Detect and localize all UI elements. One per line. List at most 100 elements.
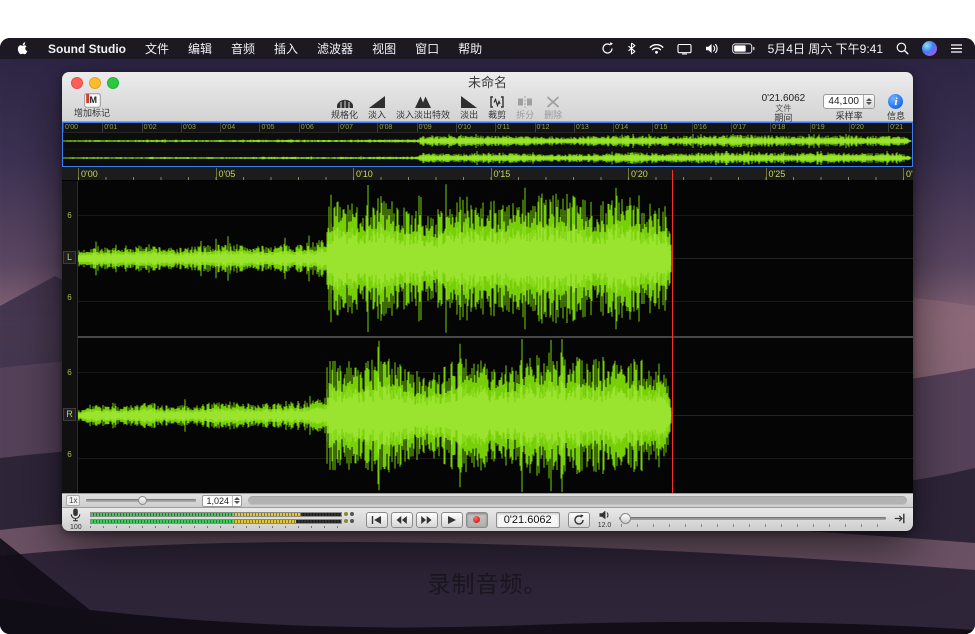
waveform-area[interactable]: 6 L 6 6 R 6: [62, 181, 913, 493]
sample-rate-select[interactable]: 44,100: [823, 94, 875, 109]
menu-datetime[interactable]: 5月4日 周六 下午9:41: [768, 40, 883, 57]
clip-led: [344, 519, 348, 523]
ruler-tick: 0'30: [903, 168, 913, 180]
menu-item-audio[interactable]: 音频: [231, 40, 255, 57]
close-button[interactable]: [71, 77, 83, 89]
tool-trim[interactable]: 裁剪: [484, 93, 510, 120]
channel-gutter: 6 L 6 6 R 6: [62, 181, 78, 493]
clip-led: [344, 512, 348, 516]
title-bar[interactable]: 未命名: [62, 72, 913, 93]
siri-icon[interactable]: [922, 41, 937, 56]
menu-item-view[interactable]: 视图: [372, 40, 396, 57]
battery-icon[interactable]: [732, 43, 755, 54]
overview-tick: 0'06: [299, 123, 314, 132]
record-icon: [473, 516, 480, 523]
zoom-button[interactable]: [107, 77, 119, 89]
right-channel-lane[interactable]: [78, 338, 913, 493]
delete-icon: [544, 93, 562, 110]
menu-app-name[interactable]: Sound Studio: [48, 42, 126, 56]
horizontal-scrollbar[interactable]: [248, 496, 907, 505]
bluetooth-icon[interactable]: [627, 42, 636, 55]
file-duration-value: 0'21.6062: [762, 94, 806, 104]
split-icon: [516, 93, 534, 110]
time-display: 0'21.6062: [496, 512, 560, 528]
info-control: i 信息: [887, 94, 905, 121]
tool-fade-in[interactable]: 淡入: [364, 93, 390, 120]
loop-button[interactable]: [568, 512, 590, 528]
menu-item-help[interactable]: 帮助: [458, 40, 482, 57]
ruler-tick: 0'00: [78, 168, 98, 180]
tool-normalize[interactable]: 规格化: [327, 93, 362, 120]
input-source: 100: [70, 508, 82, 531]
overview-waveform-left: [63, 133, 912, 149]
edit-view: 0'000'050'100'150'200'250'30 6 L 6 6 R 6: [62, 167, 913, 493]
slider-thumb[interactable]: [620, 513, 631, 524]
menu-item-insert[interactable]: 插入: [274, 40, 298, 57]
wifi-icon[interactable]: [649, 43, 664, 54]
input-level-value: 100: [70, 524, 82, 531]
zoom-slider-thumb[interactable]: [138, 496, 147, 505]
spotlight-icon[interactable]: [896, 42, 909, 55]
overview-tick: 0'17: [731, 123, 746, 132]
left-channel-waveform: [78, 181, 913, 336]
apple-menu[interactable]: [16, 41, 29, 56]
clip-led: [350, 519, 354, 523]
fade-in-out-icon: [414, 93, 432, 110]
rewind-button[interactable]: [391, 512, 413, 528]
stepper-icon[interactable]: [232, 496, 241, 506]
zoom-level-select[interactable]: 1,024: [202, 495, 242, 507]
overview-tick: 0'01: [102, 123, 117, 132]
sync-icon[interactable]: [601, 42, 614, 55]
overview-tick: 0'20: [849, 123, 864, 132]
effect-tools: 规格化 淡入 淡入淡出特效: [327, 93, 566, 120]
toolbar: M 增加标记 规格化: [62, 93, 913, 121]
transport-bar: 100: [62, 507, 913, 531]
playhead[interactable]: [672, 170, 673, 493]
record-button[interactable]: [466, 512, 488, 528]
play-button[interactable]: [441, 512, 463, 528]
ruler-tick: 0'05: [216, 168, 236, 180]
slider-track: [619, 517, 886, 520]
caption: 录制音频。: [0, 565, 975, 599]
menu-item-filter[interactable]: 滤波器: [317, 40, 353, 57]
right-channel-waveform: [78, 338, 913, 493]
scrollbar-thumb[interactable]: [249, 497, 906, 504]
overview-ruler: 0'000'010'020'030'040'050'060'070'080'09…: [63, 123, 912, 133]
overview-tick: 0'00: [63, 123, 78, 132]
volume-icon[interactable]: [705, 43, 719, 54]
db-scale-label: 6: [62, 450, 77, 459]
zoom-slider[interactable]: [86, 495, 196, 506]
menu-item-file[interactable]: 文件: [145, 40, 169, 57]
tutorial-frame: Sound Studio 文件 编辑 音频 插入 滤波器 视图 窗口 帮助: [0, 0, 975, 634]
menu-item-window[interactable]: 窗口: [415, 40, 439, 57]
go-start-button[interactable]: [366, 512, 388, 528]
overview-strip[interactable]: 0'000'010'020'030'040'050'060'070'080'09…: [62, 122, 913, 167]
display-icon[interactable]: [677, 43, 692, 55]
left-channel-lane[interactable]: [78, 181, 913, 336]
tool-fade-out[interactable]: 淡出: [456, 93, 482, 120]
skip-to-end-icon[interactable]: [894, 511, 905, 529]
marker-icon: M: [84, 93, 101, 108]
stepper-icon[interactable]: [863, 95, 874, 108]
fade-in-icon: [368, 93, 386, 110]
overview-tick: 0'11: [495, 123, 510, 132]
overview-waveform-right: [63, 150, 912, 166]
overview-tick: 0'19: [810, 123, 825, 132]
sample-rate-value: 44,100: [828, 96, 859, 107]
info-button[interactable]: i: [888, 94, 903, 109]
menu-bar: Sound Studio 文件 编辑 音频 插入 滤波器 视图 窗口 帮助: [0, 38, 975, 59]
desktop: Sound Studio 文件 编辑 音频 插入 滤波器 视图 窗口 帮助: [0, 38, 975, 634]
menu-item-edit[interactable]: 编辑: [188, 40, 212, 57]
sample-rate-label: 采样率: [836, 111, 863, 121]
add-marker-button[interactable]: M 增加标记: [70, 93, 114, 118]
time-ruler[interactable]: 0'000'050'100'150'200'250'30: [62, 167, 913, 181]
fast-forward-button[interactable]: [416, 512, 438, 528]
sample-rate-control: 44,100 采样率: [823, 94, 875, 121]
zoom-scale-label: 1x: [66, 495, 80, 506]
minimize-button[interactable]: [89, 77, 101, 89]
db-scale-label: 6: [62, 368, 77, 377]
output-volume-slider[interactable]: [619, 512, 886, 528]
notification-center-icon[interactable]: [950, 43, 963, 54]
tool-fade-in-out[interactable]: 淡入淡出特效: [392, 93, 454, 120]
overview-tick: 0'02: [142, 123, 157, 132]
